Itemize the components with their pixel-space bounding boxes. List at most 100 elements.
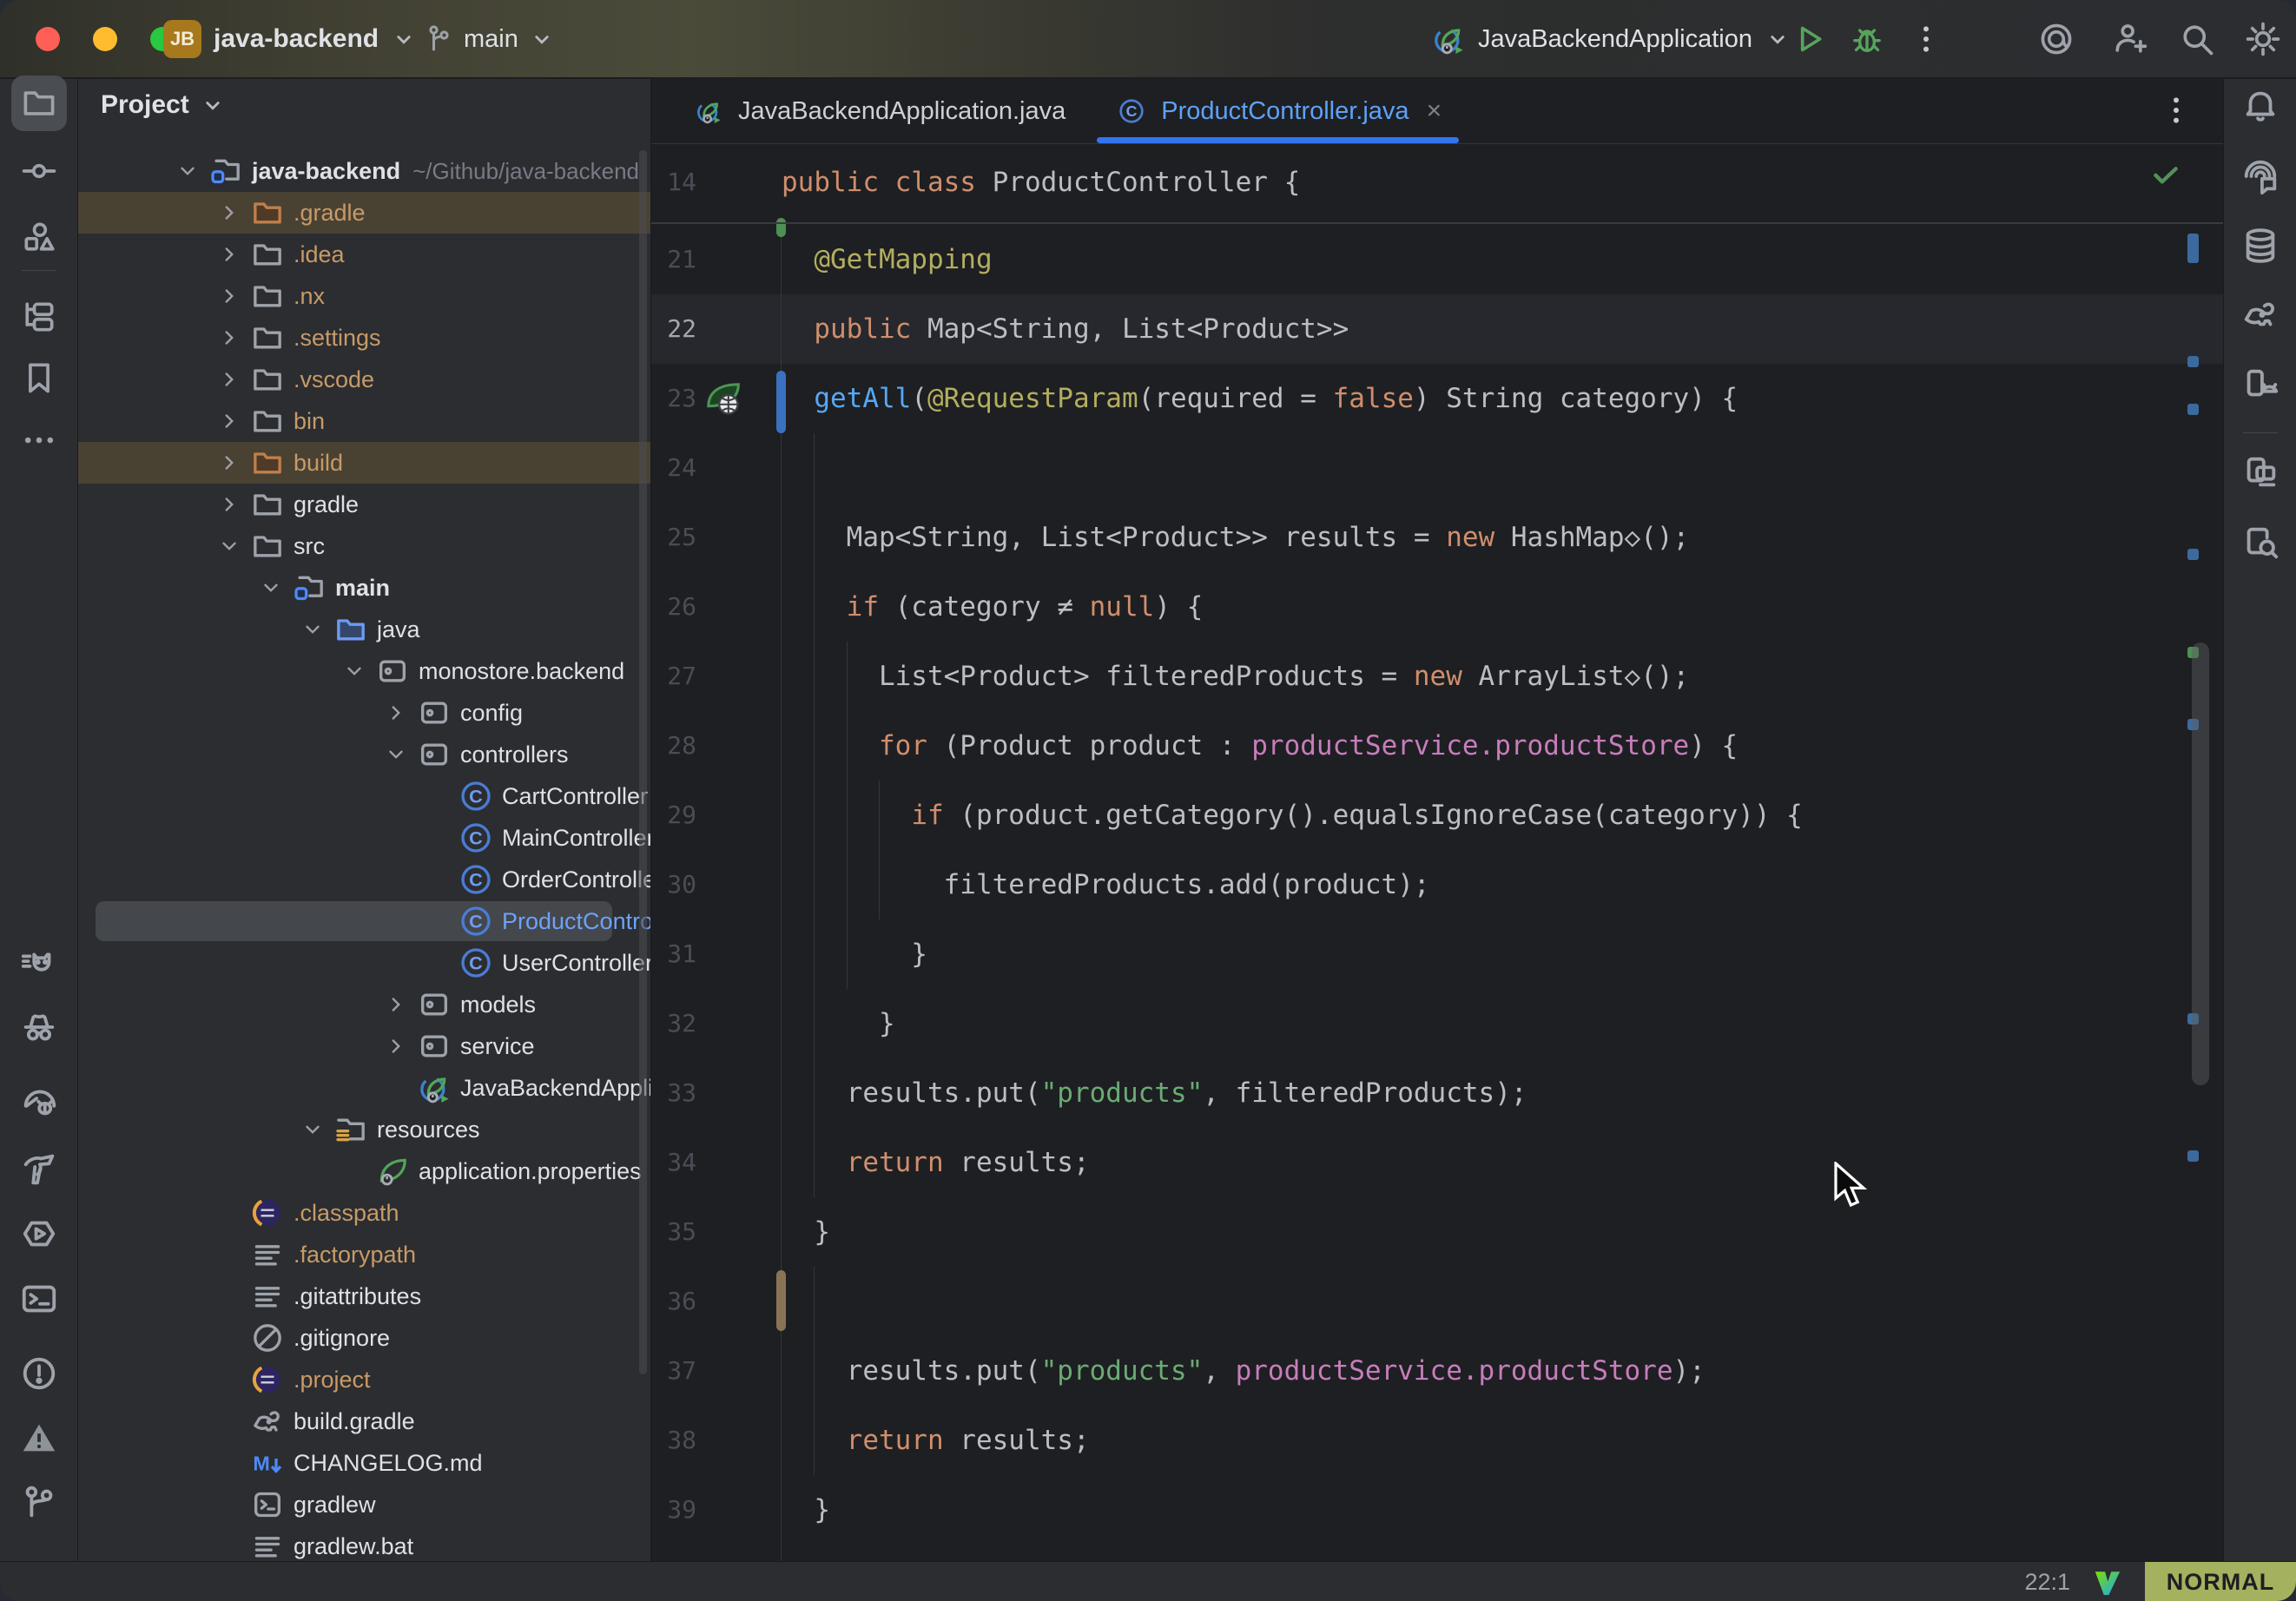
chevron-right-icon[interactable] bbox=[210, 442, 248, 484]
stripe-item-profiler[interactable] bbox=[11, 1073, 67, 1129]
tree-row-.gradle[interactable]: .gradle bbox=[78, 192, 650, 234]
ai-assistant-icon[interactable] bbox=[2037, 20, 2075, 58]
tree-row-main[interactable]: main bbox=[78, 567, 650, 609]
tree-row-ProductController[interactable]: CProductController bbox=[78, 900, 650, 942]
code-line-22[interactable]: 22 public Map<String, List<Product>> bbox=[651, 294, 2223, 364]
error-stripe-mark[interactable] bbox=[2187, 1150, 2199, 1162]
code-line-35[interactable]: 35 } bbox=[651, 1197, 2223, 1267]
tab-JavaBackendApplication.java[interactable]: JavaBackendApplication.java bbox=[667, 79, 1090, 143]
chevron-right-icon[interactable] bbox=[210, 317, 248, 359]
chevron-right-icon[interactable] bbox=[377, 1025, 415, 1067]
code-line-32[interactable]: 32 } bbox=[651, 989, 2223, 1058]
tree-row-build[interactable]: build bbox=[78, 442, 650, 484]
code-line-33[interactable]: 33 results.put("products", filteredProdu… bbox=[651, 1058, 2223, 1128]
error-stripe-mark[interactable] bbox=[2187, 356, 2199, 367]
chevron-right-icon[interactable] bbox=[210, 192, 248, 234]
stripe-item-notifications[interactable] bbox=[2233, 78, 2288, 134]
tree-row-UserController[interactable]: CUserController bbox=[78, 942, 650, 984]
chevron-down-icon[interactable] bbox=[377, 734, 415, 775]
chevron-right-icon[interactable] bbox=[210, 359, 248, 400]
close-window-button[interactable] bbox=[36, 27, 60, 51]
chevron-right-icon[interactable] bbox=[210, 400, 248, 442]
tree-row-gradle[interactable]: gradle bbox=[78, 484, 650, 525]
error-stripe-mark[interactable] bbox=[2187, 549, 2199, 560]
tree-row-src[interactable]: src bbox=[78, 525, 650, 567]
editor-scrollbar[interactable] bbox=[2192, 642, 2209, 1085]
stripe-item-device-manager[interactable] bbox=[2233, 357, 2288, 412]
tree-row-java-backend[interactable]: java-backend~/Github/java-backend bbox=[78, 150, 650, 192]
tree-row-.idea[interactable]: .idea bbox=[78, 234, 650, 275]
branch-widget[interactable]: main bbox=[422, 20, 555, 58]
code-line-28[interactable]: 28 for (Product product : productService… bbox=[651, 711, 2223, 781]
chevron-right-icon[interactable] bbox=[210, 275, 248, 317]
tree-row-controllers[interactable]: controllers bbox=[78, 734, 650, 775]
stripe-item-ai-assistant[interactable] bbox=[2233, 148, 2288, 204]
chevron-right-icon[interactable] bbox=[377, 692, 415, 734]
tab-ProductController.java[interactable]: CProductController.java× bbox=[1090, 79, 1466, 143]
chevron-down-icon[interactable] bbox=[335, 650, 373, 692]
close-tab-icon[interactable]: × bbox=[1427, 96, 1442, 126]
stripe-item-more-tool-windows[interactable] bbox=[11, 412, 67, 468]
tree-row-.gitattributes[interactable]: .gitattributes bbox=[78, 1275, 650, 1317]
tree-row-.settings[interactable]: .settings bbox=[78, 317, 650, 359]
chevron-right-icon[interactable] bbox=[210, 484, 248, 525]
vcs-change-marker[interactable] bbox=[776, 1270, 786, 1331]
stripe-item-build[interactable] bbox=[11, 1141, 67, 1196]
stripe-item-gradle[interactable] bbox=[2233, 287, 2288, 342]
stripe-item-problems[interactable] bbox=[11, 1346, 67, 1401]
error-stripe-mark[interactable] bbox=[2187, 404, 2199, 415]
stripe-item-structure[interactable] bbox=[11, 289, 67, 345]
stripe-item-services[interactable] bbox=[11, 1206, 67, 1262]
caret-position-widget[interactable]: 22:1 bbox=[2024, 1562, 2070, 1601]
tree-row-.gitignore[interactable]: .gitignore bbox=[78, 1317, 650, 1359]
settings-gear-icon[interactable] bbox=[2244, 20, 2282, 58]
tree-row-gradlew.bat[interactable]: gradlew.bat bbox=[78, 1525, 650, 1561]
tree-row-CHANGELOG.md[interactable]: MCHANGELOG.md bbox=[78, 1442, 650, 1484]
tree-row-resources[interactable]: resources bbox=[78, 1109, 650, 1150]
tree-scrollbar[interactable] bbox=[639, 150, 647, 1374]
project-panel-header[interactable]: Project bbox=[78, 79, 650, 131]
chevron-down-icon[interactable] bbox=[252, 567, 290, 609]
tree-row-OrderController[interactable]: COrderController bbox=[78, 859, 650, 900]
stripe-item-privacy[interactable] bbox=[11, 999, 67, 1055]
code-line-39[interactable]: 39 } bbox=[651, 1475, 2223, 1545]
tree-row-application.properties[interactable]: application.properties bbox=[78, 1150, 650, 1192]
debug-button[interactable] bbox=[1848, 20, 1886, 58]
run-button[interactable] bbox=[1791, 20, 1829, 58]
stripe-item-ai-plugin[interactable] bbox=[11, 936, 67, 992]
inspections-ok-icon[interactable] bbox=[2148, 157, 2183, 192]
code-line-24[interactable]: 24 bbox=[651, 433, 2223, 503]
tree-row-bin[interactable]: bin bbox=[78, 400, 650, 442]
kebab-menu-icon[interactable] bbox=[1907, 20, 1945, 58]
code-line-23[interactable]: 23 getAll(@RequestParam(required = false… bbox=[651, 364, 2223, 433]
tree-row-JavaBackendApplication[interactable]: JavaBackendApplication bbox=[78, 1067, 650, 1109]
error-stripe-mark[interactable] bbox=[2187, 234, 2199, 263]
stripe-item-version-control[interactable] bbox=[11, 1474, 67, 1530]
tree-row-.project[interactable]: .project bbox=[78, 1359, 650, 1400]
tree-row-.vscode[interactable]: .vscode bbox=[78, 359, 650, 400]
stripe-item-running-devices[interactable] bbox=[2233, 445, 2288, 500]
minimize-window-button[interactable] bbox=[93, 27, 117, 51]
tree-row-.classpath[interactable]: .classpath bbox=[78, 1192, 650, 1234]
spring-mapping-icon[interactable] bbox=[705, 379, 745, 419]
tab-options-kebab-icon[interactable] bbox=[2157, 91, 2195, 129]
chevron-right-icon[interactable] bbox=[377, 984, 415, 1025]
code-line-36[interactable]: 36 bbox=[651, 1267, 2223, 1336]
stripe-item-device-explorer[interactable] bbox=[2233, 515, 2288, 570]
stripe-item-terminal[interactable] bbox=[11, 1271, 67, 1327]
stripe-item-bookmarks[interactable] bbox=[11, 350, 67, 405]
stripe-item-database[interactable] bbox=[2233, 218, 2288, 273]
vcs-change-marker[interactable] bbox=[776, 371, 786, 433]
chevron-right-icon[interactable] bbox=[210, 234, 248, 275]
tree-row-.factorypath[interactable]: .factorypath bbox=[78, 1234, 650, 1275]
stripe-item-commit[interactable] bbox=[11, 143, 67, 199]
chevron-down-icon[interactable] bbox=[294, 609, 332, 650]
tree-row-gradlew[interactable]: gradlew bbox=[78, 1484, 650, 1525]
code-line-29[interactable]: 29 if (product.getCategory().equalsIgnor… bbox=[651, 781, 2223, 850]
code-line-25[interactable]: 25 Map<String, List<Product>> results = … bbox=[651, 503, 2223, 572]
tree-row-CartController[interactable]: CCartController bbox=[78, 775, 650, 817]
chevron-down-icon[interactable] bbox=[168, 150, 207, 192]
run-configuration-widget[interactable]: JavaBackendApplication bbox=[1431, 20, 1791, 58]
code-line-26[interactable]: 26 if (category ≠ null) { bbox=[651, 572, 2223, 642]
tree-row-monostore.backend[interactable]: monostore.backend bbox=[78, 650, 650, 692]
